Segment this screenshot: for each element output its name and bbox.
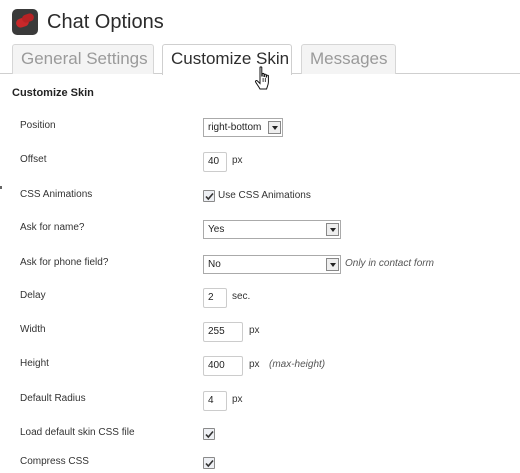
row-ask-name: Ask for name? Yes [0, 220, 520, 240]
load-css-checkbox[interactable] [203, 428, 215, 440]
chevron-down-icon[interactable] [326, 258, 339, 271]
width-unit: px [249, 325, 260, 336]
row-width: Width 255 px [0, 322, 520, 342]
page-header: Chat Options [12, 8, 164, 36]
height-input[interactable]: 400 [203, 356, 243, 376]
height-note: (max-height) [269, 359, 326, 370]
compress-css-label: Compress CSS [20, 456, 89, 467]
css-animations-checkbox-label[interactable]: Use CSS Animations [218, 190, 311, 201]
radius-label: Default Radius [20, 393, 86, 404]
css-animations-label: CSS Animations [20, 189, 93, 200]
row-offset: Offset 40 px [0, 152, 520, 172]
width-input[interactable]: 255 [203, 322, 243, 342]
offset-input[interactable]: 40 [203, 152, 227, 172]
row-height: Height 400 px (max-height) [0, 356, 520, 376]
css-animations-checkbox[interactable] [203, 190, 215, 202]
height-unit: px [249, 359, 260, 370]
section-title: Customize Skin [12, 87, 94, 99]
ask-phone-note: Only in contact form [345, 258, 434, 269]
width-label: Width [20, 324, 46, 335]
row-ask-phone: Ask for phone field? No Only in contact … [0, 255, 520, 275]
row-position: Position right-bottom [0, 118, 520, 138]
ask-phone-select[interactable]: No [203, 255, 341, 274]
radius-unit: px [232, 394, 243, 405]
row-delay: Delay 2 sec. [0, 288, 520, 308]
row-css-animations: CSS Animations Use CSS Animations [0, 187, 520, 207]
tab-general-settings[interactable]: General Settings [12, 44, 154, 74]
load-css-label: Load default skin CSS file [20, 427, 135, 438]
position-select[interactable]: right-bottom [203, 118, 283, 137]
page-title: Chat Options [47, 10, 164, 33]
height-label: Height [20, 358, 49, 369]
hand-pointer-cursor-icon [254, 66, 269, 90]
chevron-down-icon[interactable] [268, 121, 281, 134]
delay-label: Delay [20, 290, 46, 301]
delay-unit: sec. [232, 291, 251, 302]
checkmark-icon [205, 430, 214, 439]
offset-unit: px [232, 155, 243, 166]
offset-label: Offset [20, 154, 47, 165]
row-radius: Default Radius 4 px [0, 391, 520, 411]
ask-name-select[interactable]: Yes [203, 220, 341, 239]
ask-name-label: Ask for name? [20, 222, 85, 233]
row-load-css: Load default skin CSS file [0, 425, 520, 445]
chevron-down-icon[interactable] [326, 223, 339, 236]
radius-input[interactable]: 4 [203, 391, 227, 411]
chat-bubbles-logo-icon [12, 9, 38, 35]
ask-phone-label: Ask for phone field? [20, 257, 109, 268]
delay-input[interactable]: 2 [203, 288, 227, 308]
row-compress-css: Compress CSS [0, 454, 520, 473]
checkmark-icon [205, 192, 214, 201]
compress-css-checkbox[interactable] [203, 457, 215, 469]
checkmark-icon [205, 459, 214, 468]
position-label: Position [20, 120, 56, 131]
tab-messages[interactable]: Messages [301, 44, 396, 74]
